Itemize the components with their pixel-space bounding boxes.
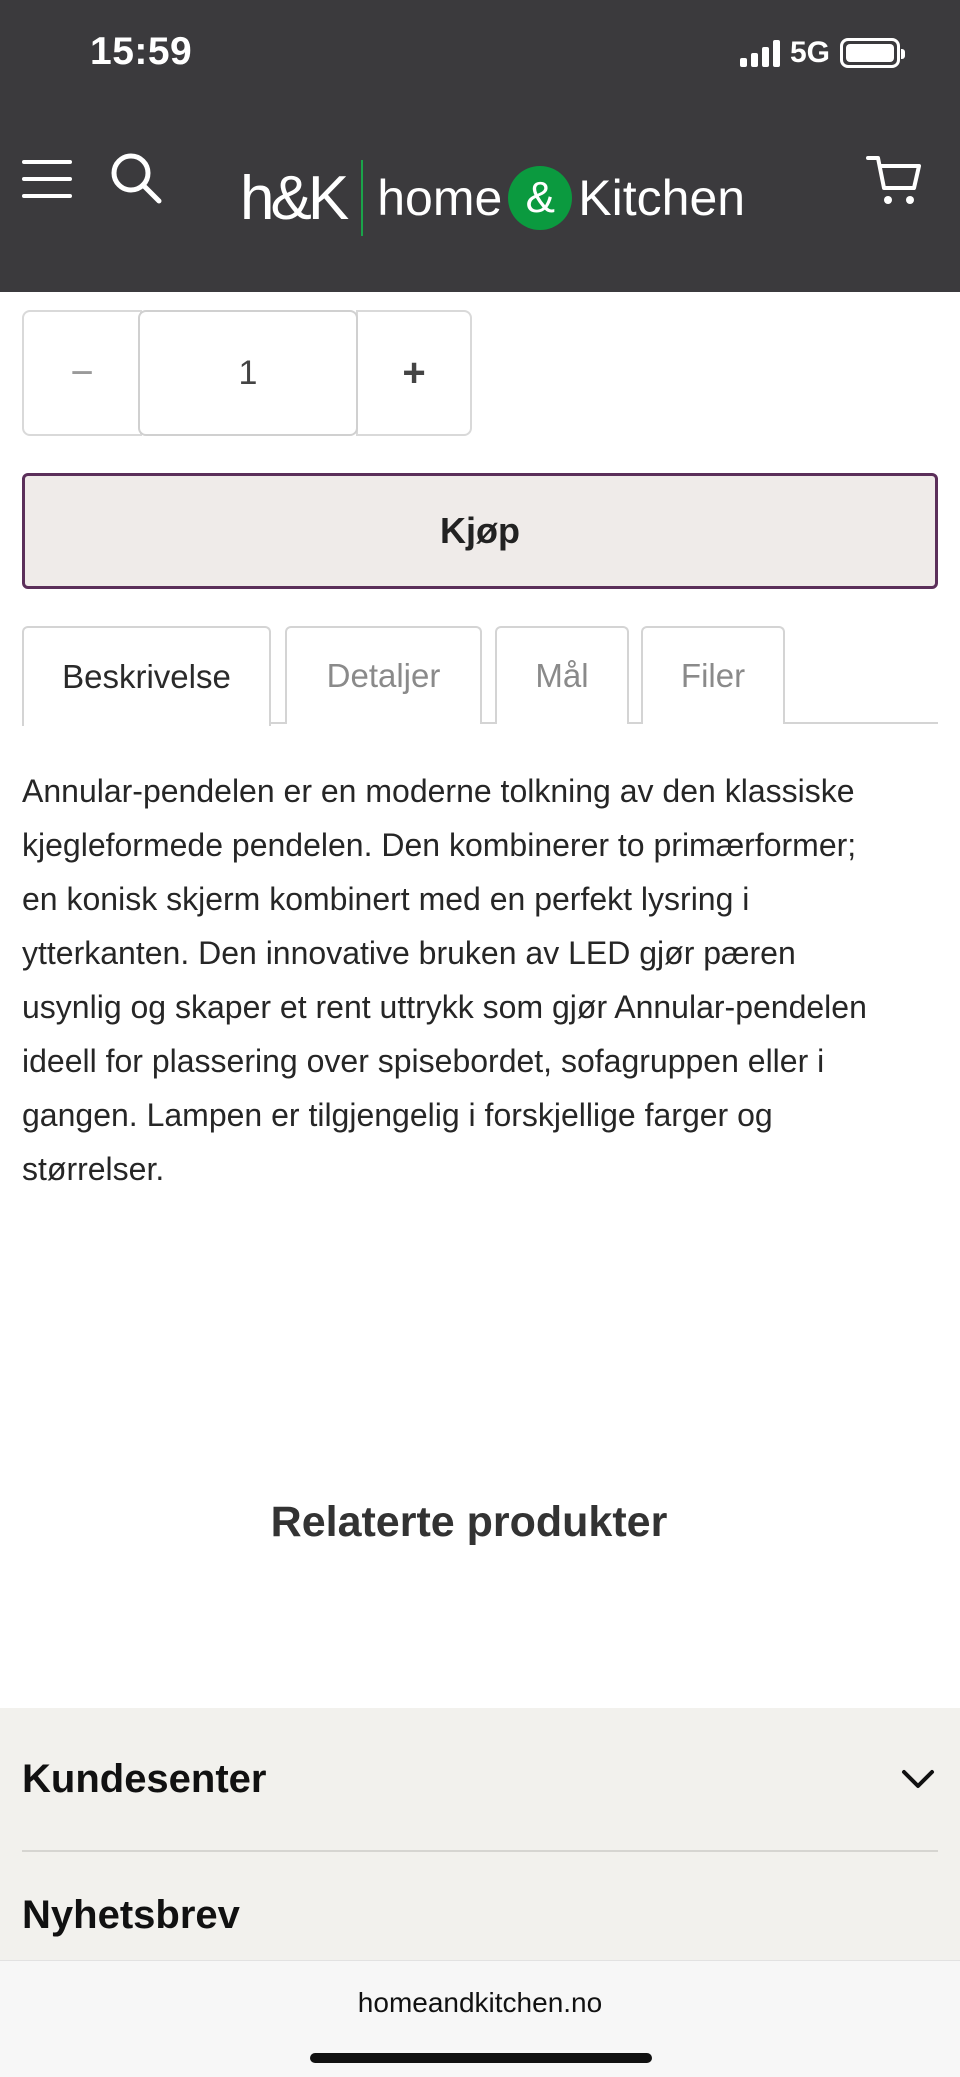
description-line: Annular-pendelen er en moderne tolkning … xyxy=(22,773,855,809)
tab-beskrivelse[interactable]: Beskrivelse xyxy=(22,626,271,726)
browser-address-bar[interactable]: homeandkitchen.no xyxy=(0,1960,960,2077)
url-text[interactable]: homeandkitchen.no xyxy=(0,1987,960,2019)
description-line: ytterkanten. Den innovative bruken av LE… xyxy=(22,935,796,971)
quantity-stepper: − + xyxy=(22,310,472,436)
related-products-heading: Relaterte produkter xyxy=(270,1498,668,1546)
cart-icon[interactable] xyxy=(864,150,924,210)
tab-filer[interactable]: Filer xyxy=(641,626,785,724)
description-line: en konisk skjerm kombinert med en perfek… xyxy=(22,881,750,917)
hamburger-menu-icon[interactable] xyxy=(22,160,72,198)
decrease-quantity-button[interactable]: − xyxy=(22,310,142,436)
chevron-down-icon xyxy=(902,1770,934,1788)
status-indicators: 5G xyxy=(739,36,905,70)
battery-icon xyxy=(840,38,905,68)
logo-word-kitchen: Kitchen xyxy=(578,170,746,226)
site-logo[interactable]: h&K home & Kitchen xyxy=(240,158,745,238)
logo-word-home: home xyxy=(377,170,503,226)
search-icon[interactable] xyxy=(108,150,164,206)
accordion-title: Kundesenter xyxy=(22,1756,267,1801)
accordion-kundesenter[interactable]: Kundesenter xyxy=(22,1708,938,1852)
site-header: 15:59 5G h&K home & Kitchen xyxy=(0,0,960,292)
description-line: usynlig og skaper et rent uttrykk som gj… xyxy=(22,989,867,1025)
logo-wordmark: home & Kitchen xyxy=(377,166,745,230)
buy-button[interactable]: Kjøp xyxy=(22,473,938,589)
description-line: størrelser. xyxy=(22,1151,165,1187)
logo-mark: h&K xyxy=(240,163,349,233)
tab-detaljer[interactable]: Detaljer xyxy=(285,626,482,724)
tab-maal[interactable]: Mål xyxy=(495,626,629,724)
home-indicator xyxy=(310,2053,652,2063)
product-tabs: Beskrivelse Detaljer Mål Filer xyxy=(22,626,938,726)
description-line: gangen. Lampen er tilgjengelig i forskje… xyxy=(22,1097,773,1133)
quantity-input[interactable] xyxy=(138,310,358,436)
product-description: Annular-pendelen er en moderne tolkning … xyxy=(22,764,942,1196)
increase-quantity-button[interactable]: + xyxy=(356,310,472,436)
network-type: 5G xyxy=(789,36,830,69)
description-line: kjegleformede pendelen. Den kombinerer t… xyxy=(22,827,857,863)
logo-divider xyxy=(361,160,364,236)
signal-icon xyxy=(739,39,780,67)
logo-ampersand: & xyxy=(508,166,573,230)
description-line: ideell for plassering over spisebordet, … xyxy=(22,1043,825,1079)
status-time: 15:59 xyxy=(90,30,193,73)
accordion-title: Nyhetsbrev xyxy=(22,1892,240,1937)
